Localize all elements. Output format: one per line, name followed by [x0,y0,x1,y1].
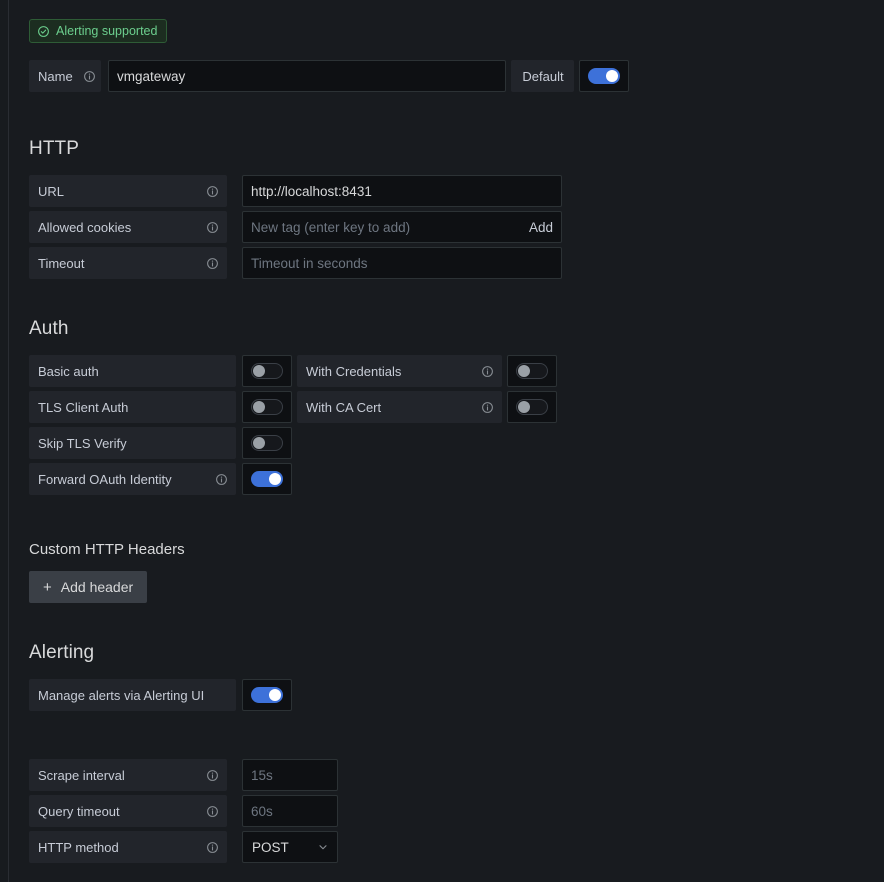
basic-auth-label-text: Basic auth [38,364,109,379]
default-label-text: Default [522,69,563,84]
alerting-supported-badge-row: Alerting supported [29,19,167,43]
name-row: Name vmgateway Default [29,60,629,92]
timeout-field-label: Timeout [29,247,227,279]
http-method-value: POST [252,840,289,855]
manage-alerts-row: Manage alerts via Alerting UI [29,679,292,711]
with-credentials-toggle-wrap[interactable] [507,355,557,387]
scrape-interval-label-text: Scrape interval [38,768,135,783]
skip-tls-verify-toggle-wrap[interactable] [242,427,292,459]
default-toggle-wrap[interactable] [579,60,629,92]
allowed-cookies-row: Allowed cookies New tag (enter key to ad… [29,211,562,243]
scrape-interval-field-label: Scrape interval [29,759,227,791]
allowed-cookies-placeholder: New tag (enter key to add) [251,220,410,235]
timeout-row: Timeout Timeout in seconds [29,247,562,279]
http-method-label-text: HTTP method [38,840,129,855]
basic-auth-row: Basic auth With Credentials [29,355,557,387]
datasource-settings-page: Alerting supported Name vmgateway Defau [0,0,884,882]
name-label-text: Name [38,69,83,84]
forward-oauth-label-text: Forward OAuth Identity [38,472,182,487]
http-method-row: HTTP method POST [29,831,338,863]
with-credentials-label-text: With Credentials [306,364,411,379]
query-timeout-placeholder: 60s [251,804,273,819]
with-credentials-field-label: With Credentials [297,355,502,387]
skip-tls-verify-field-label: Skip TLS Verify [29,427,236,459]
custom-http-headers-heading: Custom HTTP Headers [29,541,185,558]
skip-tls-verify-row: Skip TLS Verify [29,427,292,459]
tls-client-auth-label-text: TLS Client Auth [38,400,138,415]
tls-client-auth-toggle[interactable] [251,399,283,415]
timeout-label-text: Timeout [38,256,94,271]
basic-auth-toggle[interactable] [251,363,283,379]
tls-client-auth-row: TLS Client Auth With CA Cert [29,391,557,423]
info-circle-icon[interactable] [215,473,228,486]
forward-oauth-toggle[interactable] [251,471,283,487]
scrape-interval-input[interactable]: 15s [242,759,338,791]
info-circle-icon[interactable] [83,70,96,83]
forward-oauth-field-label: Forward OAuth Identity [29,463,236,495]
scrape-interval-placeholder: 15s [251,768,273,783]
scrape-interval-row: Scrape interval 15s [29,759,338,791]
alerting-supported-label: Alerting supported [56,25,157,38]
manage-alerts-label-text: Manage alerts via Alerting UI [38,688,214,703]
with-ca-cert-toggle-wrap[interactable] [507,391,557,423]
basic-auth-toggle-wrap[interactable] [242,355,292,387]
info-circle-icon[interactable] [206,185,219,198]
info-circle-icon[interactable] [206,805,219,818]
timeout-placeholder: Timeout in seconds [251,256,368,271]
add-header-label: Add header [61,579,133,595]
query-timeout-label-text: Query timeout [38,804,130,819]
manage-alerts-toggle-wrap[interactable] [242,679,292,711]
skip-tls-verify-label-text: Skip TLS Verify [38,436,137,451]
url-label-text: URL [38,184,74,199]
tls-client-auth-toggle-wrap[interactable] [242,391,292,423]
info-circle-icon[interactable] [206,841,219,854]
allowed-cookies-field-label: Allowed cookies [29,211,227,243]
forward-oauth-toggle-wrap[interactable] [242,463,292,495]
query-timeout-row: Query timeout 60s [29,795,338,827]
url-row: URL http://localhost:8431 [29,175,562,207]
name-input[interactable]: vmgateway [108,60,506,92]
name-field-label: Name [29,60,101,92]
with-ca-cert-toggle[interactable] [516,399,548,415]
manage-alerts-toggle[interactable] [251,687,283,703]
info-circle-icon[interactable] [206,769,219,782]
manage-alerts-field-label: Manage alerts via Alerting UI [29,679,236,711]
name-input-value: vmgateway [117,69,185,84]
info-circle-icon[interactable] [481,401,494,414]
url-input-value: http://localhost:8431 [251,184,372,199]
chevron-down-icon [317,841,329,853]
alerting-supported-badge: Alerting supported [29,19,167,43]
with-ca-cert-field-label: With CA Cert [297,391,502,423]
default-field-label: Default [511,60,574,92]
add-header-button[interactable]: + Add header [29,571,147,603]
url-field-label: URL [29,175,227,207]
auth-section-heading: Auth [29,318,69,340]
url-input[interactable]: http://localhost:8431 [242,175,562,207]
default-toggle[interactable] [588,68,620,84]
allowed-cookies-input[interactable]: New tag (enter key to add) Add [242,211,562,243]
forward-oauth-row: Forward OAuth Identity [29,463,292,495]
http-section-heading: HTTP [29,138,79,160]
allowed-cookies-label-text: Allowed cookies [38,220,141,235]
alerting-section-heading: Alerting [29,642,94,664]
http-method-field-label: HTTP method [29,831,227,863]
info-circle-icon[interactable] [481,365,494,378]
timeout-input[interactable]: Timeout in seconds [242,247,562,279]
pane-left-divider [8,0,9,882]
tls-client-auth-field-label: TLS Client Auth [29,391,236,423]
query-timeout-field-label: Query timeout [29,795,227,827]
info-circle-icon[interactable] [206,221,219,234]
http-method-select[interactable]: POST [242,831,338,863]
plus-icon: + [43,580,52,595]
add-cookie-button[interactable]: Add [519,220,553,235]
info-circle-icon[interactable] [206,257,219,270]
skip-tls-verify-toggle[interactable] [251,435,283,451]
with-ca-cert-label-text: With CA Cert [306,400,391,415]
check-circle-icon [37,25,50,38]
query-timeout-input[interactable]: 60s [242,795,338,827]
with-credentials-toggle[interactable] [516,363,548,379]
basic-auth-field-label: Basic auth [29,355,236,387]
